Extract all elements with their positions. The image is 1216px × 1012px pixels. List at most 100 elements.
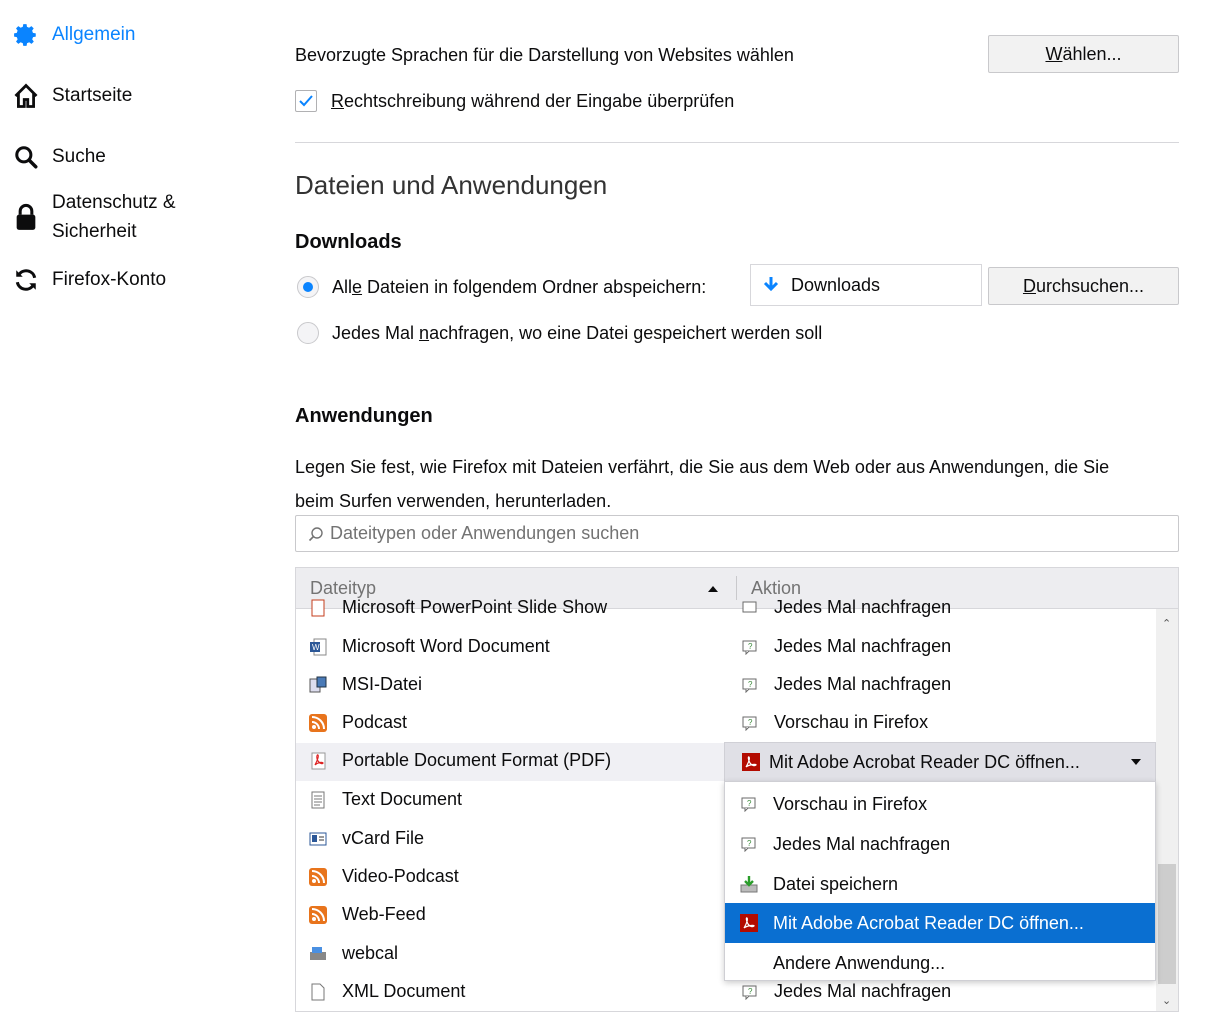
checkmark-icon xyxy=(299,95,313,107)
svg-text:?: ? xyxy=(748,680,753,689)
scroll-down-icon[interactable]: ⌄ xyxy=(1162,994,1171,1007)
table-row[interactable]: MSI-Datei ? Jedes Mal nachfragen xyxy=(296,667,1156,705)
table-scrollbar[interactable]: ⌃ ⌄ xyxy=(1156,609,1178,1011)
action-cell: ? Jedes Mal nachfragen xyxy=(740,636,951,657)
scrollbar-thumb[interactable] xyxy=(1158,864,1176,984)
ask-each-time-radio[interactable] xyxy=(297,322,319,344)
download-folder-name: Downloads xyxy=(791,274,881,295)
sync-icon xyxy=(8,265,44,295)
scroll-up-icon[interactable]: ⌃ xyxy=(1162,617,1171,630)
action-label: Jedes Mal nachfragen xyxy=(774,981,952,1001)
type-cell: Web-Feed xyxy=(308,904,426,925)
type-label: Podcast xyxy=(342,712,408,732)
browse-button[interactable]: Durchsuchen... xyxy=(988,267,1179,305)
action-select-value: Mit Adobe Acrobat Reader DC öffnen... xyxy=(769,751,1080,772)
action-select[interactable]: Mit Adobe Acrobat Reader DC öffnen... xyxy=(724,742,1156,782)
sidebar: Allgemein Startseite Suche Datenschutz &… xyxy=(0,0,260,1012)
type-cell: vCard File xyxy=(308,828,424,849)
acrobat-icon xyxy=(741,752,761,772)
sidebar-item-label: Firefox-Konto xyxy=(52,269,167,290)
sidebar-item-firefox-konto[interactable]: Firefox-Konto xyxy=(8,265,166,295)
applications-description: Legen Sie fest, wie Firefox mit Dateien … xyxy=(295,457,1110,511)
powerpoint-icon xyxy=(308,598,328,618)
action-label: Vorschau in Firefox xyxy=(774,712,929,732)
chevron-down-icon xyxy=(1131,759,1141,765)
type-label: webcal xyxy=(342,943,399,963)
search-icon xyxy=(308,526,323,541)
type-cell: Text Document xyxy=(308,789,462,810)
text-document-icon xyxy=(308,790,328,810)
action-dropdown-menu: ? Vorschau in Firefox ? Jedes Mal nachfr… xyxy=(724,781,1156,981)
preview-icon: ? xyxy=(740,713,760,733)
calendar-icon xyxy=(308,944,328,964)
home-icon xyxy=(8,81,44,111)
ask-icon: ? xyxy=(739,834,759,854)
menu-item-preview[interactable]: ? Vorschau in Firefox xyxy=(725,784,1155,824)
svg-text:?: ? xyxy=(747,799,752,808)
installer-icon xyxy=(308,675,328,695)
action-cell: ? Vorschau in Firefox xyxy=(740,712,928,733)
rss-feed-icon xyxy=(308,713,328,733)
download-arrow-icon xyxy=(763,277,779,292)
type-label: vCard File xyxy=(342,828,425,848)
sidebar-item-startseite[interactable]: Startseite xyxy=(8,81,132,111)
sidebar-item-allgemein[interactable]: Allgemein xyxy=(8,20,135,50)
section-divider xyxy=(295,142,1179,143)
action-label: Jedes Mal nachfragen xyxy=(774,597,952,617)
ask-each-time-label[interactable]: Jedes Mal nachfragen, wo eine Datei gesp… xyxy=(332,323,822,344)
applications-search-input[interactable]: Dateitypen oder Anwendungen suchen xyxy=(295,515,1179,552)
type-label: Video-Podcast xyxy=(342,866,459,886)
menu-item-label: Datei speichern xyxy=(773,873,899,894)
vcard-icon xyxy=(308,829,328,849)
svg-text:W: W xyxy=(312,643,320,652)
type-cell: MSI-Datei xyxy=(308,674,422,695)
svg-text:?: ? xyxy=(748,987,753,996)
choose-language-button[interactable]: Wählen... xyxy=(988,35,1179,73)
svg-text:?: ? xyxy=(747,839,752,848)
applications-heading: Anwendungen xyxy=(295,405,433,427)
section-title: Dateien und Anwendungen xyxy=(295,170,608,200)
ask-icon: ? xyxy=(740,982,760,1002)
menu-item-save-file[interactable]: Datei speichern xyxy=(725,864,1155,904)
gear-icon xyxy=(8,20,44,50)
svg-text:?: ? xyxy=(748,718,753,727)
rss-feed-icon xyxy=(308,905,328,925)
download-folder-field[interactable]: Downloads xyxy=(750,264,982,306)
save-all-radio[interactable] xyxy=(297,276,319,298)
sidebar-item-label: Allgemein xyxy=(52,24,136,45)
rss-feed-icon xyxy=(308,867,328,887)
word-document-icon: W xyxy=(308,637,328,657)
table-row[interactable]: Podcast ? Vorschau in Firefox xyxy=(296,705,1156,743)
sidebar-item-suche[interactable]: Suche xyxy=(8,142,106,172)
type-cell: Portable Document Format (PDF) xyxy=(308,750,611,771)
menu-item-label: Mit Adobe Acrobat Reader DC öffnen... xyxy=(773,912,1084,933)
downloads-heading: Downloads xyxy=(295,231,402,253)
spellcheck-label[interactable]: Rechtschreibung während der Eingabe über… xyxy=(331,91,734,112)
type-label: XML Document xyxy=(342,981,466,1001)
menu-item-label: Andere Anwendung... xyxy=(773,952,946,973)
type-cell: Podcast xyxy=(308,712,407,733)
type-label: MSI-Datei xyxy=(342,674,423,694)
preview-icon: ? xyxy=(739,794,759,814)
sidebar-item-label: Startseite xyxy=(52,85,133,106)
ask-icon: ? xyxy=(740,675,760,695)
menu-item-other-app[interactable]: Andere Anwendung... xyxy=(725,943,1155,983)
action-cell: Jedes Mal nachfragen xyxy=(740,597,951,618)
table-row[interactable]: Microsoft PowerPoint Slide Show Jedes Ma… xyxy=(296,590,1156,628)
menu-item-acrobat[interactable]: Mit Adobe Acrobat Reader DC öffnen... xyxy=(725,903,1155,943)
sidebar-item-label: Datenschutz & Sicherheit xyxy=(52,192,176,242)
sidebar-item-datenschutz[interactable]: Datenschutz & Sicherheit xyxy=(8,188,176,246)
choose-language-label: Wählen... xyxy=(1045,43,1122,64)
pdf-icon xyxy=(308,751,328,771)
save-all-label[interactable]: Alle Dateien in folgendem Ordner abspeic… xyxy=(332,277,706,298)
menu-item-label: Vorschau in Firefox xyxy=(773,793,928,814)
menu-item-ask[interactable]: ? Jedes Mal nachfragen xyxy=(725,824,1155,864)
table-row[interactable]: W Microsoft Word Document ? Jedes Mal na… xyxy=(296,629,1156,667)
search-placeholder: Dateitypen oder Anwendungen suchen xyxy=(330,523,640,543)
spellcheck-checkbox[interactable] xyxy=(295,90,317,112)
action-label: Jedes Mal nachfragen xyxy=(774,674,952,694)
type-label: Text Document xyxy=(342,789,463,809)
action-label: Jedes Mal nachfragen xyxy=(774,636,952,656)
type-cell: W Microsoft Word Document xyxy=(308,636,550,657)
radio-dot xyxy=(303,282,313,292)
